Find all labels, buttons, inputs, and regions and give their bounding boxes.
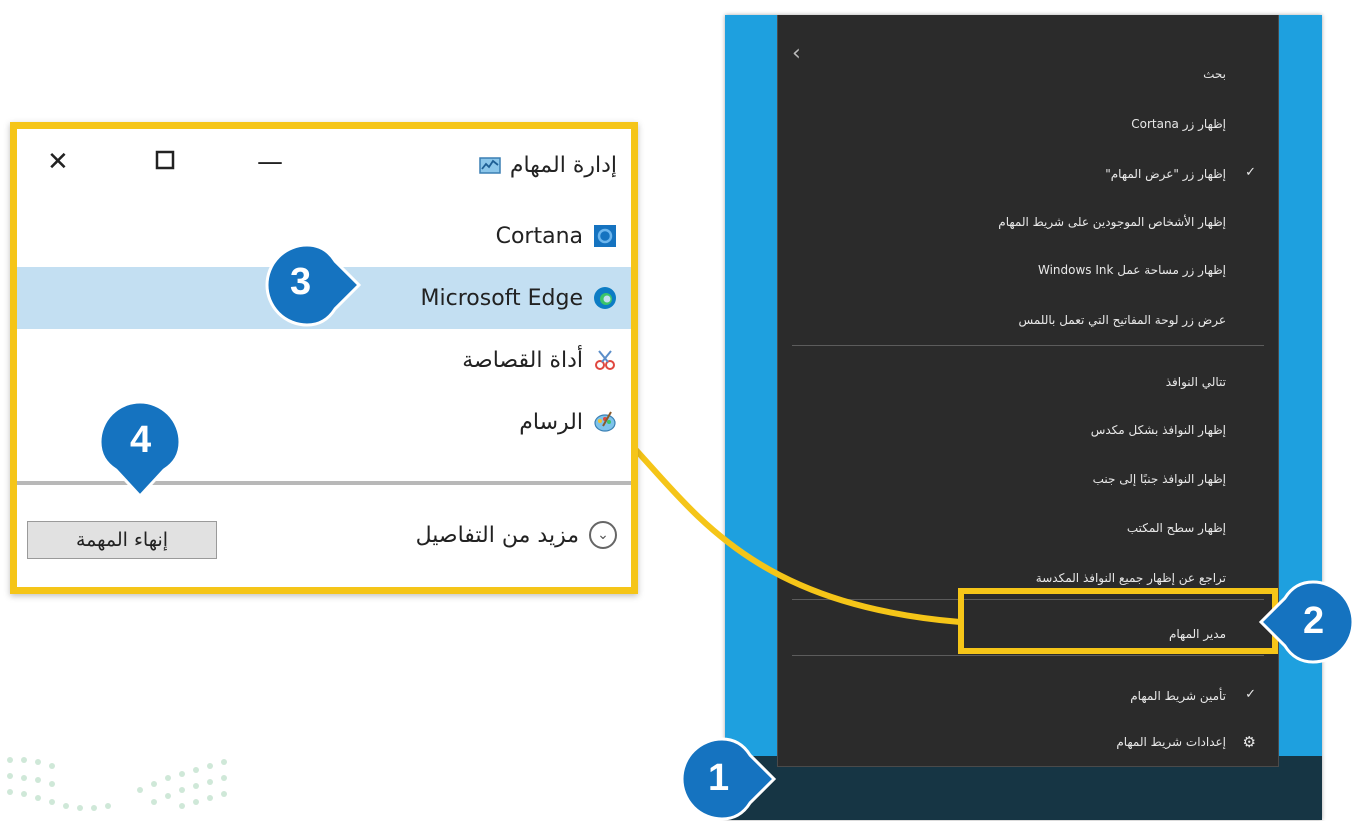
maximize-icon[interactable] [155, 147, 175, 177]
callout-badge-3 [265, 243, 362, 327]
snipping-tool-icon [595, 350, 615, 370]
close-icon[interactable]: ✕ [47, 147, 69, 177]
minimize-icon[interactable]: — [257, 147, 283, 177]
task-manager-icon [479, 156, 501, 174]
badge-2-number: 2 [1303, 600, 1325, 642]
window-title: إدارة المهام [478, 153, 617, 178]
task-manager-window: ✕ — إدارة المهام Cortana Microsoft Edge … [10, 122, 638, 594]
badge-1-number: 1 [708, 757, 730, 799]
badge-4-number: 4 [130, 419, 152, 461]
paint-icon [594, 411, 616, 432]
edge-icon [594, 287, 616, 309]
callout-badge-1 [680, 737, 777, 821]
list-item-snipping-tool[interactable]: أداة القصاصة [17, 329, 631, 391]
badge-3-number: 3 [290, 261, 312, 303]
title-bar: ✕ — إدارة المهام [17, 129, 631, 205]
decorative-dots [7, 757, 227, 811]
more-details-toggle[interactable]: مزيد من التفاصيل ⌄ [416, 521, 617, 549]
chevron-down-icon: ⌄ [589, 521, 617, 549]
end-task-button[interactable]: إنهاء المهمة [27, 521, 217, 559]
cortana-icon [594, 225, 616, 247]
